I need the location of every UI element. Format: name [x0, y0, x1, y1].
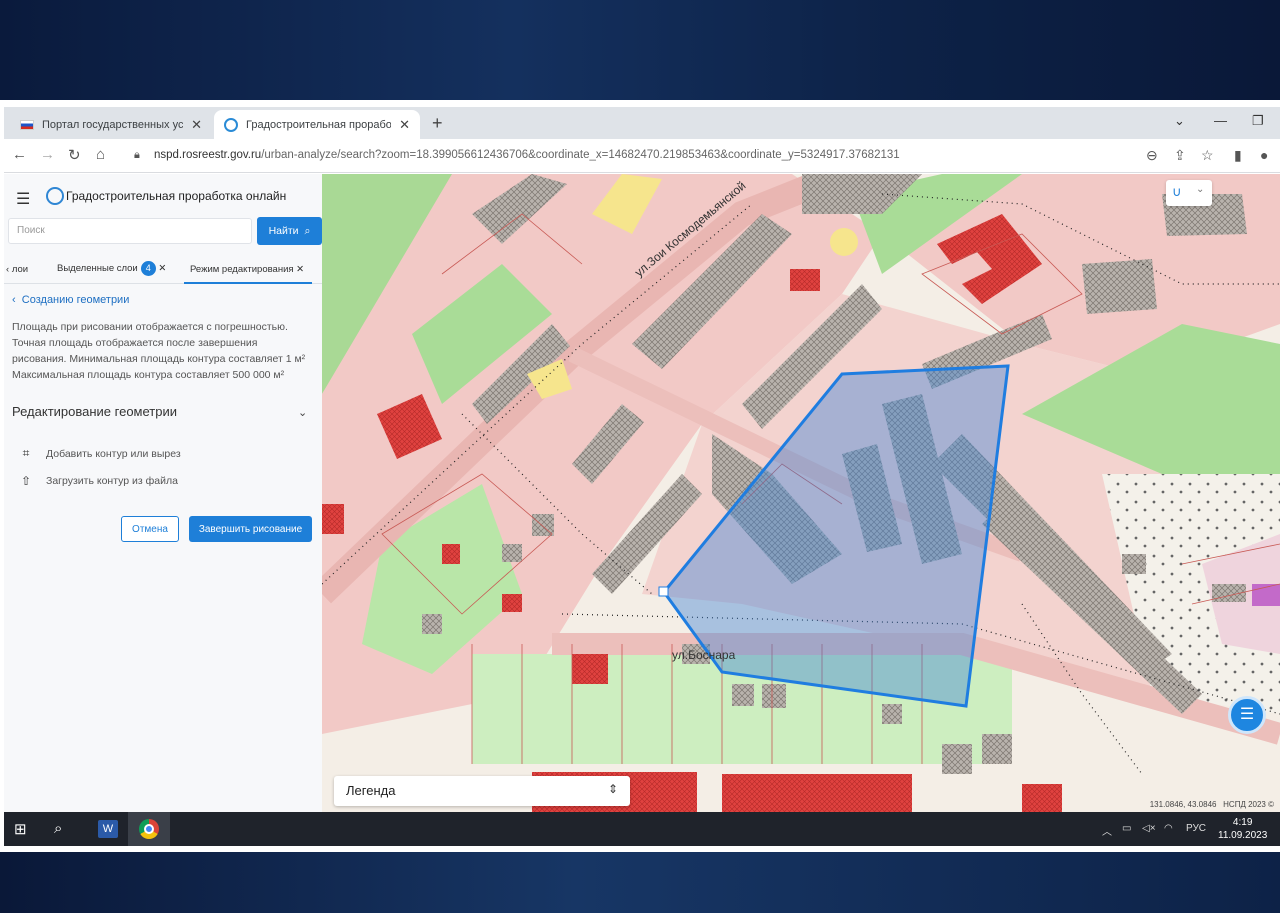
- russia-flag-icon: [20, 119, 34, 130]
- battery-icon[interactable]: ▭: [1122, 823, 1131, 834]
- tab-label: Режим редактирования: [190, 264, 294, 275]
- find-button-label: Найти: [268, 225, 299, 237]
- back-link[interactable]: ‹ Созданию геометрии: [12, 294, 129, 306]
- profile-icon[interactable]: ●: [1260, 147, 1268, 163]
- reload-icon[interactable]: ↻: [68, 146, 81, 164]
- polygon-vertex-handle[interactable]: [658, 586, 669, 597]
- background-bottom: [0, 852, 1280, 913]
- zoom-icon[interactable]: ⊖: [1146, 147, 1158, 164]
- lock-icon[interactable]: 🔒︎: [134, 149, 140, 162]
- tab-title: Градостроительная проработка: [246, 118, 392, 131]
- section-title: Редактирование геометрии: [12, 404, 178, 419]
- url-path: /urban-analyze/search?zoom=18.3990566124…: [261, 149, 900, 161]
- browser-tab-gosuslugi[interactable]: Портал государственных услуг Р ✕: [10, 110, 212, 139]
- map-svg[interactable]: [322, 174, 1280, 812]
- home-icon[interactable]: ⌂: [96, 146, 105, 163]
- language-indicator[interactable]: РУС: [1186, 823, 1206, 834]
- cancel-button[interactable]: Отмена: [121, 516, 179, 542]
- url-field[interactable]: nspd.rosreestr.gov.ru/urban-analyze/sear…: [154, 149, 900, 161]
- browser-tab-strip: Портал государственных услуг Р ✕ Градост…: [4, 107, 1280, 139]
- background-top: [0, 0, 1280, 100]
- forward-arrow-icon[interactable]: →: [40, 146, 55, 163]
- tab-selected-layers[interactable]: Выделенные слои 4 ✕: [57, 261, 166, 276]
- updown-arrows-icon: ⇕: [607, 782, 618, 796]
- chat-icon: ☰: [1239, 706, 1255, 723]
- tab-label: лои: [11, 264, 29, 275]
- action-label: Добавить контур или вырез: [46, 447, 181, 460]
- sidepanel-icon[interactable]: ▮: [1234, 147, 1242, 164]
- browser-tab-urban[interactable]: Градостроительная проработка ✕: [214, 110, 420, 139]
- magnet-icon: ∪: [1172, 184, 1182, 199]
- map-canvas[interactable]: ул.Зои Космодемьянской ул.Боснара ∪ ⌄ ☰ …: [322, 174, 1280, 812]
- app-logo-icon: [46, 187, 64, 205]
- map-attribution: 131.0846, 43.0846 НСПД 2023 ©: [1150, 800, 1274, 809]
- finish-drawing-button[interactable]: Завершить рисование: [189, 516, 312, 542]
- street-label: ул.Боснара: [672, 648, 736, 662]
- close-icon[interactable]: ✕: [158, 263, 166, 274]
- search-icon: ⌕: [304, 224, 311, 237]
- upload-icon: ⇧: [20, 474, 32, 488]
- scale-text: 131.0846, 43.0846: [1149, 800, 1217, 809]
- app-title: Градостроительная проработка онлайн: [66, 189, 287, 203]
- map-layer-control[interactable]: ∪ ⌄: [1166, 180, 1212, 206]
- minimize-icon[interactable]: —: [1214, 113, 1227, 128]
- menu-icon[interactable]: ☰: [16, 189, 30, 209]
- clock-date: 11.09.2023: [1218, 830, 1268, 841]
- search-input[interactable]: Поиск: [8, 218, 252, 244]
- windows-taskbar: ⊞ ⌕ W ︿ ▭ ◁× ◠ РУС 4:19 11.09.2023: [4, 812, 1280, 846]
- chevron-down-icon[interactable]: ⌄: [1196, 184, 1204, 195]
- tab-edit-mode[interactable]: Режим редактирования ✕: [190, 264, 304, 275]
- action-label: Загрузить контур из файла: [46, 475, 178, 487]
- tab-title: Портал государственных услуг Р: [42, 118, 184, 131]
- left-panel: ☰ Градостроительная проработка онлайн По…: [4, 174, 322, 812]
- back-link-label: Созданию геометрии: [21, 294, 130, 306]
- tab-label: Выделенные слои: [57, 263, 138, 274]
- chrome-icon: [139, 819, 159, 839]
- share-icon[interactable]: ⇪: [1174, 147, 1186, 164]
- volume-icon[interactable]: ◁×: [1142, 823, 1156, 834]
- legend-dropdown[interactable]: Легенда ⇕: [334, 776, 630, 806]
- yellow-zone: [830, 228, 858, 256]
- close-tab-icon[interactable]: ✕: [399, 117, 410, 133]
- back-arrow-icon[interactable]: ←: [12, 146, 27, 163]
- chevron-down-icon[interactable]: ⌄: [298, 406, 307, 419]
- close-icon[interactable]: ✕: [296, 264, 304, 275]
- add-contour-icon: ⌗: [22, 446, 30, 460]
- legend-label: Легенда: [346, 783, 396, 798]
- info-text: Площадь при рисовании отображается с пог…: [12, 321, 306, 381]
- maximize-icon[interactable]: ❐: [1252, 113, 1264, 129]
- panel-tabs: ‹ лои Выделенные слои 4 ✕ Режим редактиро…: [4, 258, 322, 284]
- bookmark-star-icon[interactable]: ☆: [1201, 147, 1214, 164]
- search-icon[interactable]: ⌕: [54, 820, 62, 837]
- tab-layers[interactable]: ‹ лои: [6, 264, 28, 275]
- windows-start-icon[interactable]: ⊞: [14, 820, 27, 838]
- word-app-icon[interactable]: W: [98, 820, 118, 838]
- site-logo-icon: [224, 117, 238, 132]
- clock-time: 4:19: [1232, 817, 1253, 828]
- upload-contour-action[interactable]: ⇧ Загрузить контур из файла: [18, 474, 178, 488]
- tray-chevron-icon[interactable]: ︿: [1102, 823, 1112, 838]
- tab-search-icon[interactable]: ⌄: [1174, 113, 1185, 129]
- new-tab-button[interactable]: +: [432, 113, 443, 134]
- wifi-icon[interactable]: ◠: [1164, 823, 1173, 834]
- active-tab-indicator: [184, 282, 312, 284]
- selected-count-badge: 4: [140, 261, 156, 276]
- close-tab-icon[interactable]: ✕: [191, 117, 202, 133]
- add-contour-action[interactable]: ⌗ Добавить контур или вырез: [18, 446, 181, 461]
- url-host: nspd.rosreestr.gov.ru: [154, 149, 262, 161]
- find-button[interactable]: Найти ⌕: [257, 217, 322, 245]
- clock[interactable]: 4:19 11.09.2023: [1218, 816, 1267, 842]
- copyright-text: НСПД 2023 ©: [1223, 800, 1274, 809]
- chrome-app-button[interactable]: [128, 812, 170, 846]
- chat-button[interactable]: ☰: [1228, 696, 1266, 734]
- address-bar: ← → ↻ ⌂ 🔒︎ nspd.rosreestr.gov.ru/urban-a…: [4, 139, 1280, 173]
